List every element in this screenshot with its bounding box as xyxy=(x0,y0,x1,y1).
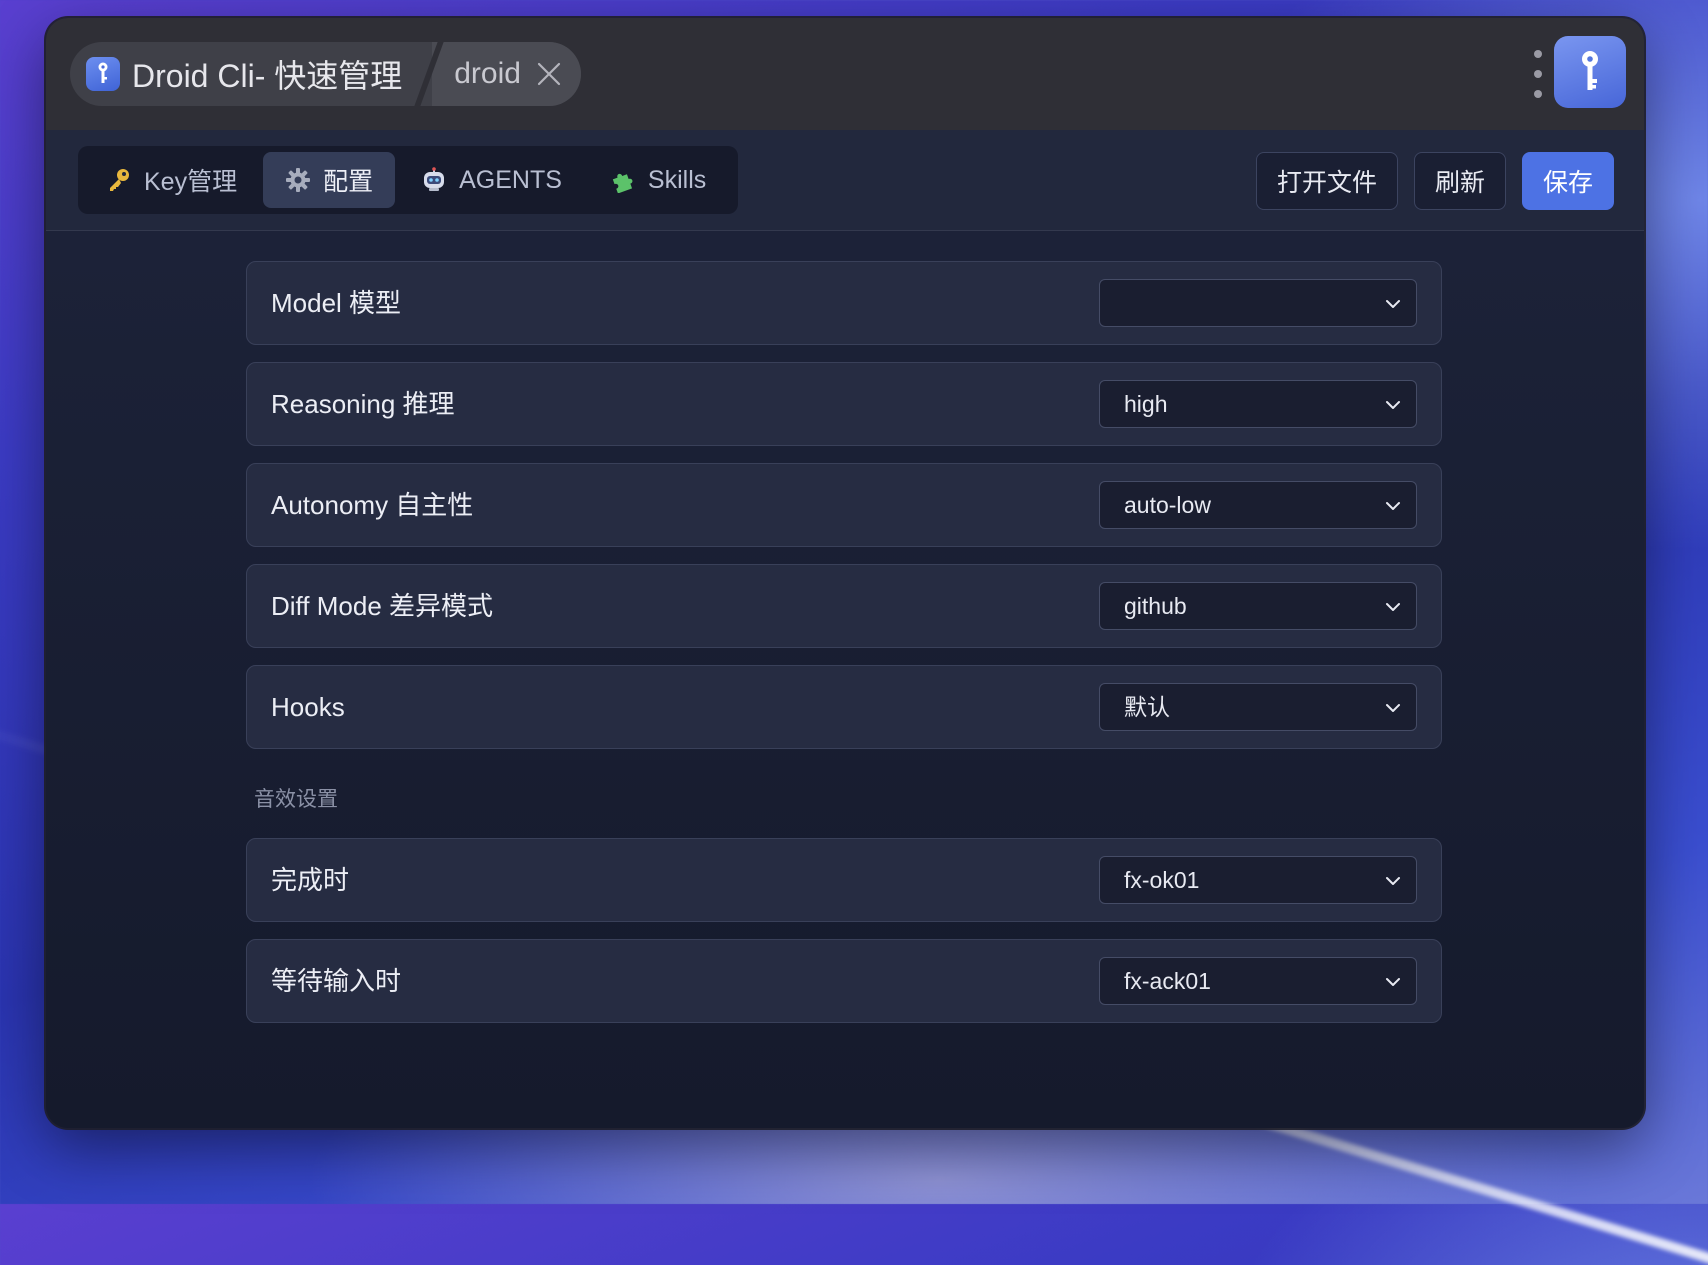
chevron-down-icon xyxy=(1386,300,1400,308)
select-value: github xyxy=(1124,593,1187,619)
app-window: Droid Cli- 快速管理 droid Key管理 配置 AGENTS Sk… xyxy=(46,18,1644,1128)
setting-label: Diff Mode 差异模式 xyxy=(271,591,494,621)
toolbar-actions: 打开文件 刷新 保存 xyxy=(1255,152,1614,210)
tab-agents[interactable]: AGENTS xyxy=(399,152,584,208)
setting-row-awaiting-input-sound: 等待输入时 fx-ack01 xyxy=(246,939,1442,1023)
tab-label: AGENTS xyxy=(459,165,562,194)
main-tabs: Key管理 配置 AGENTS Skills xyxy=(78,146,739,214)
window-title-pill: Droid Cli- 快速管理 droid xyxy=(70,42,581,106)
diff-mode-select[interactable]: github xyxy=(1099,582,1417,630)
window-title: Droid Cli- 快速管理 xyxy=(132,58,403,94)
awaiting-input-sound-select[interactable]: fx-ack01 xyxy=(1099,957,1417,1005)
hooks-select[interactable]: 默认 xyxy=(1099,683,1417,731)
refresh-button[interactable]: 刷新 xyxy=(1413,152,1506,210)
select-value: auto-low xyxy=(1124,492,1211,518)
profile-tab-label: droid xyxy=(454,57,521,90)
setting-label: 完成时 xyxy=(271,865,350,895)
save-button[interactable]: 保存 xyxy=(1521,152,1614,210)
setting-label: 等待输入时 xyxy=(271,966,402,996)
chevron-down-icon xyxy=(1386,978,1400,986)
select-value: 默认 xyxy=(1124,694,1170,720)
puzzle-icon xyxy=(610,167,636,193)
chevron-down-icon xyxy=(1386,603,1400,611)
setting-row-diff-mode: Diff Mode 差异模式 github xyxy=(246,564,1442,648)
setting-label: Reasoning 推理 xyxy=(271,389,455,419)
gear-icon xyxy=(285,167,311,193)
select-value: high xyxy=(1124,391,1168,417)
on-complete-sound-select[interactable]: fx-ok01 xyxy=(1099,856,1417,904)
profile-tab[interactable]: droid xyxy=(432,42,581,106)
setting-label: Hooks xyxy=(271,692,345,722)
app-logo-key-icon[interactable] xyxy=(1554,36,1626,108)
setting-row-reasoning: Reasoning 推理 high xyxy=(246,362,1442,446)
toolbar: Key管理 配置 AGENTS Skills 打开文件 刷新 保存 xyxy=(46,130,1644,231)
key-icon xyxy=(106,167,132,193)
robot-icon xyxy=(421,167,447,193)
chevron-down-icon xyxy=(1386,401,1400,409)
title-bar: Droid Cli- 快速管理 droid xyxy=(46,18,1644,130)
setting-label: Model 模型 xyxy=(271,288,402,318)
chevron-down-icon xyxy=(1386,704,1400,712)
autonomy-select[interactable]: auto-low xyxy=(1099,481,1417,529)
model-select[interactable] xyxy=(1099,279,1417,327)
close-icon[interactable] xyxy=(537,62,561,86)
setting-label: Autonomy 自主性 xyxy=(271,490,474,520)
app-key-icon xyxy=(86,57,120,91)
tab-key-management[interactable]: Key管理 xyxy=(84,152,259,208)
tab-label: Skills xyxy=(647,165,707,194)
chevron-down-icon xyxy=(1386,877,1400,885)
setting-row-autonomy: Autonomy 自主性 auto-low xyxy=(246,463,1442,547)
select-value: fx-ok01 xyxy=(1124,867,1200,893)
setting-row-model: Model 模型 xyxy=(246,261,1442,345)
more-options-icon[interactable] xyxy=(1532,50,1544,98)
tab-config[interactable]: 配置 xyxy=(263,152,396,208)
settings-panel: Model 模型 Reasoning 推理 high Autonomy 自主性 … xyxy=(46,231,1644,1128)
select-value: fx-ack01 xyxy=(1124,968,1211,994)
reasoning-select[interactable]: high xyxy=(1099,380,1417,428)
sound-section-title: 音效设置 xyxy=(254,788,338,811)
open-file-button[interactable]: 打开文件 xyxy=(1255,152,1398,210)
setting-row-on-complete-sound: 完成时 fx-ok01 xyxy=(246,838,1442,922)
setting-row-hooks: Hooks 默认 xyxy=(246,665,1442,749)
chevron-down-icon xyxy=(1386,502,1400,510)
tab-label: Key管理 xyxy=(144,168,238,196)
tab-label: 配置 xyxy=(323,168,374,196)
tab-skills[interactable]: Skills xyxy=(588,152,728,208)
